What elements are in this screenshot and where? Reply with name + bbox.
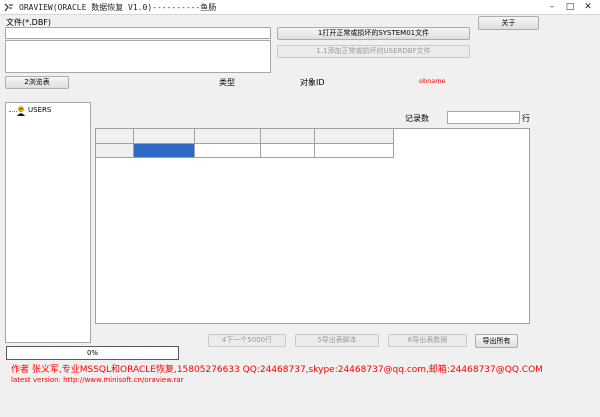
grid-header-cell[interactable] [195, 129, 261, 144]
file-path-input[interactable] [5, 27, 271, 39]
object-id-label: 对象ID [300, 78, 325, 87]
export-all-button[interactable]: 导出所有 [475, 334, 518, 348]
grid-row-header[interactable] [96, 144, 134, 158]
app-icon [4, 3, 13, 12]
grid-header-cell[interactable] [315, 129, 394, 144]
grid-selected-cell[interactable] [134, 144, 195, 158]
user-icon [17, 106, 25, 116]
grid-header-cell[interactable] [261, 129, 315, 144]
version-link[interactable]: latest version: http://www.minisoft.cn/o… [11, 376, 184, 384]
minimize-icon[interactable]: – [544, 2, 560, 13]
progress-bar: 0% [6, 346, 179, 360]
grid-header-cell[interactable] [134, 129, 195, 144]
maximize-icon[interactable]: □ [562, 2, 578, 13]
grid-corner-cell [96, 129, 134, 144]
record-count-label: 记录数 [405, 114, 429, 123]
title-bar: ORAVIEW(ORACLE 数据恢复 V1.0)----------鱼肠 – … [0, 0, 600, 15]
export-table-data-button[interactable]: 6导出表数据 [388, 334, 467, 347]
record-count-input[interactable] [447, 111, 520, 124]
close-icon[interactable]: ✕ [580, 2, 596, 13]
grid-cell[interactable] [315, 144, 394, 158]
add-userdbf-button[interactable]: 1.1添加正常或损坏的USERDBF文件 [277, 45, 470, 58]
rows-unit-label: 行 [522, 114, 530, 123]
browse-tables-button[interactable]: 2浏览表 [5, 76, 69, 89]
file-list-box[interactable] [5, 40, 271, 73]
about-button[interactable]: 关于 [478, 16, 539, 30]
open-system-file-button[interactable]: 1打开正常或损坏的SYSTEM01文件 [277, 27, 470, 40]
table-tree[interactable]: USERS [5, 102, 91, 343]
obname-label: obname [419, 77, 446, 85]
window-title: ORAVIEW(ORACLE 数据恢复 V1.0)----------鱼肠 [19, 3, 217, 12]
author-info: 作者 张义军,专业MSSQL和ORACLE恢复,15805276633 QQ:2… [11, 365, 543, 375]
next-5000-rows-button[interactable]: 4下一个5000行 [208, 334, 286, 347]
tree-item-label: USERS [28, 106, 52, 114]
type-label: 类型 [219, 78, 235, 87]
grid-cell[interactable] [261, 144, 315, 158]
data-grid[interactable] [95, 128, 530, 324]
grid-cell[interactable] [195, 144, 261, 158]
export-table-script-button[interactable]: 5导出表脚本 [295, 334, 379, 347]
